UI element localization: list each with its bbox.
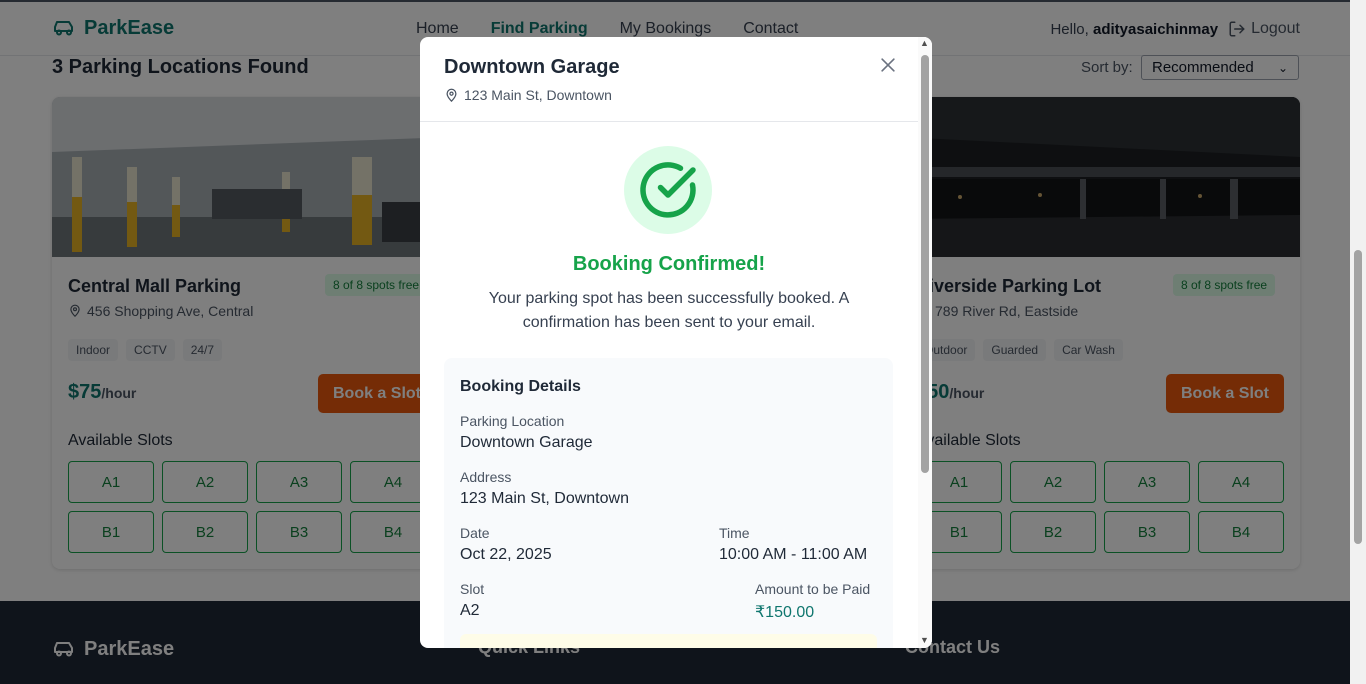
- page-scrollbar-thumb[interactable]: [1354, 250, 1362, 544]
- map-pin-icon: [446, 88, 457, 102]
- modal-header: Downtown Garage 123 Main St, Downtown: [420, 37, 918, 122]
- check-circle-icon: [640, 162, 696, 218]
- booking-confirmation-modal: Downtown Garage 123 Main St, Downtown Bo…: [420, 37, 932, 648]
- location-label: Parking Location: [460, 413, 565, 429]
- booking-details-heading: Booking Details: [460, 378, 581, 395]
- confirmation-message: Your parking spot has been successfully …: [488, 290, 850, 331]
- date-value: Oct 22, 2025: [460, 546, 552, 563]
- modal-scrollbar[interactable]: ▲ ▼: [918, 37, 932, 648]
- amount-value: ₹150.00: [755, 604, 815, 621]
- slot-label: Slot: [460, 581, 485, 597]
- slot-value: A2: [460, 602, 480, 619]
- modal-address: 123 Main St, Downtown: [444, 87, 612, 103]
- time-value: 10:00 AM - 11:00 AM: [719, 546, 868, 563]
- amount-label: Amount to be Paid: [755, 581, 871, 597]
- address-value: 123 Main St, Downtown: [460, 490, 629, 507]
- time-label: Time: [719, 525, 750, 541]
- booking-details: Booking Details Parking Location Downtow…: [444, 358, 893, 648]
- notice-box: [460, 634, 877, 648]
- page-scrollbar[interactable]: [1350, 0, 1366, 684]
- address-label: Address: [460, 469, 512, 485]
- date-label: Date: [460, 525, 490, 541]
- close-icon[interactable]: [878, 55, 898, 75]
- modal-address-text: 123 Main St, Downtown: [464, 87, 612, 103]
- success-badge: [624, 146, 712, 234]
- modal-scrollbar-thumb[interactable]: [921, 55, 929, 473]
- scroll-down-arrow-icon[interactable]: ▼: [920, 635, 929, 645]
- modal-title: Downtown Garage: [444, 56, 620, 78]
- confirmation-heading: Booking Confirmed!: [572, 253, 766, 275]
- scroll-up-arrow-icon[interactable]: ▲: [920, 38, 929, 48]
- location-value: Downtown Garage: [460, 434, 593, 451]
